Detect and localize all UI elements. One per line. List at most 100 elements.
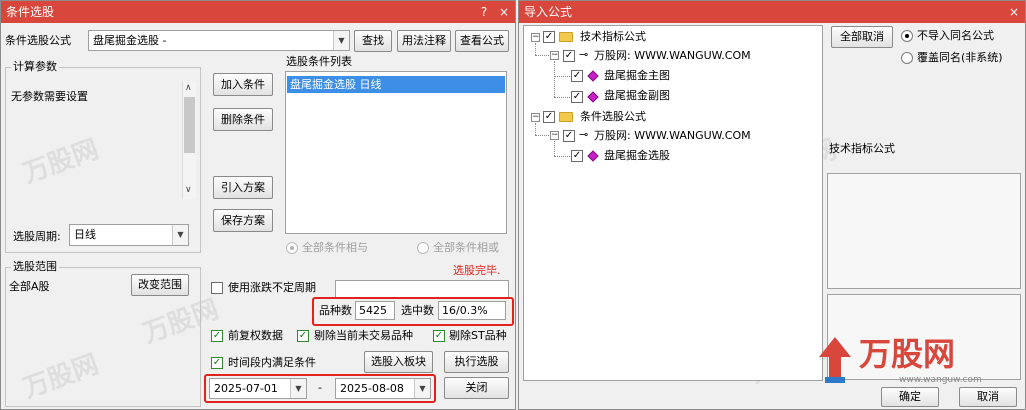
execute-button[interactable]: 执行选股: [444, 351, 509, 373]
params-group-title: 计算参数: [11, 60, 59, 74]
unfixed-period-input[interactable]: [335, 280, 509, 298]
collapse-icon[interactable]: −: [550, 51, 559, 60]
params-scrollbar[interactable]: ∧ ∨: [182, 81, 196, 199]
exclude-untraded-checkbox[interactable]: ✓: [297, 330, 309, 342]
exclude-untraded-label: 剔除当前未交易品种: [314, 329, 413, 342]
date-to-select[interactable]: 2025-08-08 ▼: [335, 378, 431, 399]
formula-select-value: 盘尾掘金选股 -: [93, 34, 167, 47]
cancel-button[interactable]: 取消: [959, 387, 1017, 407]
help-button[interactable]: ?: [475, 1, 493, 23]
window-title: 导入公式: [524, 5, 573, 19]
all-or-radio[interactable]: [417, 242, 429, 254]
collapse-icon[interactable]: −: [531, 113, 540, 122]
exclude-st-checkbox[interactable]: ✓: [433, 330, 445, 342]
overwrite-radio[interactable]: [901, 52, 913, 64]
folder-icon: [559, 32, 573, 42]
condition-stock-picker-window: 条件选股 ? × 万股网 万股网 万股网 万股网 条件选股公式 盘尾掘金选股 -…: [0, 0, 516, 410]
chevron-down-icon[interactable]: ▼: [333, 31, 349, 50]
tree-checkbox[interactable]: ✓: [563, 130, 575, 142]
condition-list[interactable]: 盘尾掘金选股 日线: [285, 71, 507, 234]
date-to-value: 2025-08-08: [340, 382, 404, 395]
tree-checkbox[interactable]: ✓: [543, 31, 555, 43]
all-and-label: 全部条件相与: [302, 241, 368, 254]
delete-condition-button[interactable]: 删除条件: [213, 108, 273, 131]
add-condition-button[interactable]: 加入条件: [213, 73, 273, 96]
exclude-st-label: 剔除ST品种: [449, 329, 507, 342]
formula-tree[interactable]: − ✓ 技术指标公式 − ✓ ⊸ 万股网: WWW.WANGUW.COM ✓ 盘…: [523, 25, 823, 381]
no-import-radio[interactable]: [901, 30, 913, 42]
range-value: 全部A股: [9, 280, 50, 293]
tree-checkbox[interactable]: ✓: [571, 70, 583, 82]
tree-line: [554, 156, 570, 157]
timespan-checkbox[interactable]: ✓: [211, 357, 223, 369]
folder-icon: [559, 112, 573, 122]
chevron-down-icon[interactable]: ▼: [172, 225, 188, 245]
no-import-label: 不导入同名公式: [917, 29, 994, 42]
selected-value-text: 16/0.3%: [442, 304, 488, 317]
tree-line: [554, 76, 570, 77]
condition-list-title: 选股条件列表: [286, 55, 352, 68]
info-title: 技术指标公式: [829, 142, 895, 155]
import-formula-window: 导入公式 × 万股网 万股网 万股网 − ✓ 技术指标公式 − ✓ ⊸ 万股网:…: [518, 0, 1026, 410]
close-icon[interactable]: ×: [495, 1, 513, 23]
title-bar: 导入公式: [519, 1, 1025, 23]
tree-line: [554, 97, 570, 98]
scroll-up-icon[interactable]: ∧: [185, 83, 192, 93]
period-select-value: 日线: [74, 228, 96, 241]
import-scheme-button[interactable]: 引入方案: [213, 176, 273, 199]
tree-line: [535, 135, 549, 136]
list-item-label: 盘尾掘金选股 日线: [290, 78, 382, 91]
collapse-icon[interactable]: −: [531, 33, 540, 42]
ok-button[interactable]: 确定: [881, 387, 939, 407]
close-button[interactable]: 关闭: [444, 377, 509, 399]
usage-notes-button[interactable]: 用法注释: [397, 30, 451, 52]
date-from-select[interactable]: 2025-07-01 ▼: [209, 378, 307, 399]
fq-checkbox[interactable]: ✓: [211, 330, 223, 342]
tree-node-label: 条件选股公式: [580, 110, 646, 123]
scroll-down-icon[interactable]: ∨: [185, 185, 192, 195]
params-text: 无参数需要设置: [11, 90, 88, 103]
key-icon: ⊸: [579, 48, 589, 61]
period-select[interactable]: 日线 ▼: [69, 224, 189, 246]
tree-checkbox[interactable]: ✓: [543, 111, 555, 123]
range-group-title: 选股范围: [11, 260, 59, 274]
date-from-value: 2025-07-01: [214, 382, 278, 395]
all-and-radio[interactable]: [286, 242, 298, 254]
tree-checkbox[interactable]: ✓: [571, 150, 583, 162]
count-value: 5425: [355, 301, 395, 320]
find-button[interactable]: 查找: [354, 30, 392, 52]
to-block-button[interactable]: 选股入板块: [364, 351, 433, 373]
overwrite-label: 覆盖同名(非系统): [917, 51, 1003, 64]
tree-checkbox[interactable]: ✓: [563, 50, 575, 62]
tree-line: [535, 123, 536, 135]
change-range-button[interactable]: 改变范围: [131, 274, 189, 296]
indicator-icon: [587, 70, 599, 82]
collapse-icon[interactable]: −: [550, 131, 559, 140]
view-formula-button[interactable]: 查看公式: [455, 30, 509, 52]
chevron-down-icon[interactable]: ▼: [414, 379, 430, 398]
formula-label: 条件选股公式: [5, 34, 71, 47]
period-label: 选股周期:: [13, 230, 61, 243]
status-text: 选股完毕.: [453, 264, 501, 277]
formula-select[interactable]: 盘尾掘金选股 - ▼: [88, 30, 350, 51]
tree-line: [554, 61, 555, 97]
scroll-thumb[interactable]: [184, 97, 195, 153]
tree-node-label: 万股网: WWW.WANGUW.COM: [594, 129, 751, 142]
cancel-all-button[interactable]: 全部取消: [831, 26, 893, 48]
date-separator: -: [318, 381, 322, 394]
tree-line: [535, 43, 536, 55]
unfixed-period-checkbox[interactable]: [211, 282, 223, 294]
timespan-label: 时间段内满足条件: [228, 356, 316, 369]
tree-line: [535, 55, 549, 56]
close-icon[interactable]: ×: [1005, 1, 1023, 23]
all-or-label: 全部条件相或: [433, 241, 499, 254]
window-title: 条件选股: [6, 5, 55, 19]
fq-label: 前复权数据: [228, 329, 283, 342]
indicator-icon: [587, 91, 599, 103]
logo: 万股网 www.wanguw.com: [815, 331, 1025, 391]
list-item[interactable]: 盘尾掘金选股 日线: [287, 76, 505, 93]
tree-checkbox[interactable]: ✓: [571, 91, 583, 103]
logo-text: 万股网: [859, 335, 956, 373]
save-scheme-button[interactable]: 保存方案: [213, 209, 273, 232]
chevron-down-icon[interactable]: ▼: [290, 379, 306, 398]
